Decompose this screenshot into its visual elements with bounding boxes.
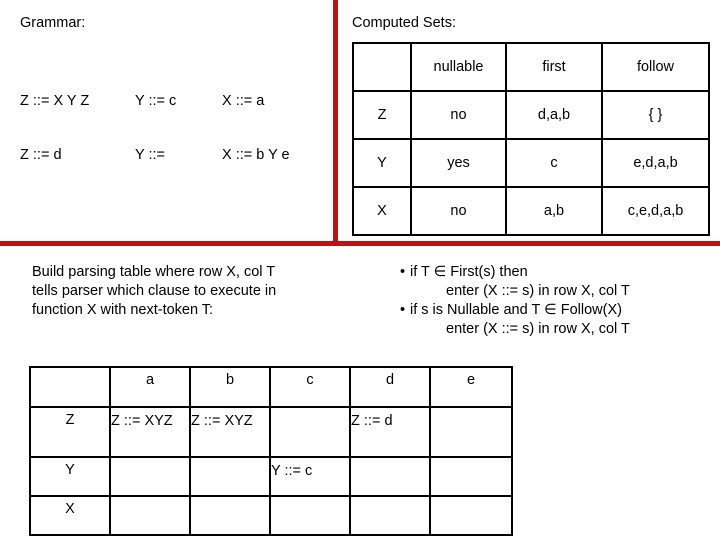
table-row: X no a,b c,e,d,a,b [352,186,710,236]
red-vertical-divider [333,0,338,246]
parsing-cell-x-d [349,495,431,536]
computed-cell-follow: c,e,d,a,b [601,186,710,236]
instructions-right-rules: • if T ∈ First(s) then enter (X ::= s) in… [400,263,720,339]
computed-sets-label: Computed Sets: [352,15,456,31]
table-header-row: nullable first follow [352,42,710,92]
computed-cell-follow: e,d,a,b [601,138,710,188]
computed-header-nullable: nullable [410,42,507,92]
grammar-rule-z2: Z ::= d [20,147,62,163]
bullet-icon: • [400,264,406,280]
table-row: X [29,495,513,536]
rule-bullet-1-sub: enter (X ::= s) in row X, col T [446,283,630,299]
parsing-header-a: a [109,366,191,408]
computed-sets-panel: Computed Sets: nullable first follow Z n… [352,14,710,236]
table-row: Z no d,a,b { } [352,90,710,140]
parsing-cell-x-e [429,495,513,536]
computed-cell-first: a,b [505,186,603,236]
grammar-rule-z1: Z ::= X Y Z [20,93,90,109]
rule-bullet-1-text: if T ∈ First(s) then [410,264,528,280]
parsing-header-b: b [189,366,271,408]
parsing-header-corner [29,366,111,408]
computed-header-first: first [505,42,603,92]
parsing-cell-y-b [189,456,271,497]
grammar-rule-y2: Y ::= [135,147,165,163]
grammar-rule-row: Z ::= d Y ::= X ::= b Y e [20,146,325,164]
computed-cell-nullable: yes [410,138,507,188]
red-horizontal-divider [0,241,720,246]
parsing-header-c: c [269,366,351,408]
parsing-table: a b c d e Z Z ::= XYZ Z ::= XYZ Z ::= d … [29,366,513,536]
instructions-left-text: Build parsing table where row X, col T t… [32,263,362,320]
computed-row-symbol: Z [352,90,412,140]
computed-header-corner [352,42,412,92]
rule-bullet-2: • if s is Nullable and T ∈ Follow(X) [400,301,720,320]
parsing-header-e: e [429,366,513,408]
parsing-cell-y-c: Y ::= c [269,456,351,497]
parsing-row-symbol-y: Y [29,456,111,497]
table-row: Y Y ::= c [29,456,513,497]
computed-cell-first: c [505,138,603,188]
instruction-line-3: function X with next-token T: [32,302,214,318]
parsing-cell-z-e [429,406,513,458]
computed-sets-table: nullable first follow Z no d,a,b { } Y y… [352,42,710,236]
rule-bullet-1: • if T ∈ First(s) then [400,263,720,282]
grammar-rule-x1: X ::= a [222,93,265,109]
parsing-cell-y-d [349,456,431,497]
instruction-line-1: Build parsing table where row X, col T [32,264,276,280]
parsing-row-symbol-z: Z [29,406,111,458]
table-header-row: a b c d e [29,366,513,408]
computed-cell-first: d,a,b [505,90,603,140]
parsing-row-symbol-x: X [29,495,111,536]
grammar-rule-x2: X ::= b Y e [222,147,290,163]
parsing-table-panel: a b c d e Z Z ::= XYZ Z ::= XYZ Z ::= d … [29,366,513,536]
parsing-cell-z-d: Z ::= d [349,406,431,458]
parsing-cell-y-a [109,456,191,497]
computed-cell-follow: { } [601,90,710,140]
rule-bullet-2-sub: enter (X ::= s) in row X, col T [446,321,630,337]
parsing-cell-x-b [189,495,271,536]
computed-row-symbol: Y [352,138,412,188]
rule-bullet-2-text: if s is Nullable and T ∈ Follow(X) [410,302,622,318]
grammar-rules-list: Z ::= X Y Z Y ::= c X ::= a Z ::= d Y ::… [20,56,325,200]
parsing-header-d: d [349,366,431,408]
instruction-line-2: tells parser which clause to execute in [32,283,277,299]
parsing-cell-z-a: Z ::= XYZ [109,406,191,458]
computed-cell-nullable: no [410,90,507,140]
computed-header-follow: follow [601,42,710,92]
parsing-cell-z-b: Z ::= XYZ [189,406,271,458]
computed-row-symbol: X [352,186,412,236]
parsing-cell-y-e [429,456,513,497]
grammar-rule-y1: Y ::= c [135,93,177,109]
parsing-cell-z-c [269,406,351,458]
parsing-cell-x-c [269,495,351,536]
computed-cell-nullable: no [410,186,507,236]
bullet-icon: • [400,302,406,318]
grammar-panel: Grammar: Z ::= X Y Z Y ::= c X ::= a Z :… [20,14,325,200]
grammar-label: Grammar: [20,15,86,31]
grammar-rule-row: Z ::= X Y Z Y ::= c X ::= a [20,92,325,110]
parsing-cell-x-a [109,495,191,536]
table-row: Y yes c e,d,a,b [352,138,710,188]
table-row: Z Z ::= XYZ Z ::= XYZ Z ::= d [29,406,513,458]
